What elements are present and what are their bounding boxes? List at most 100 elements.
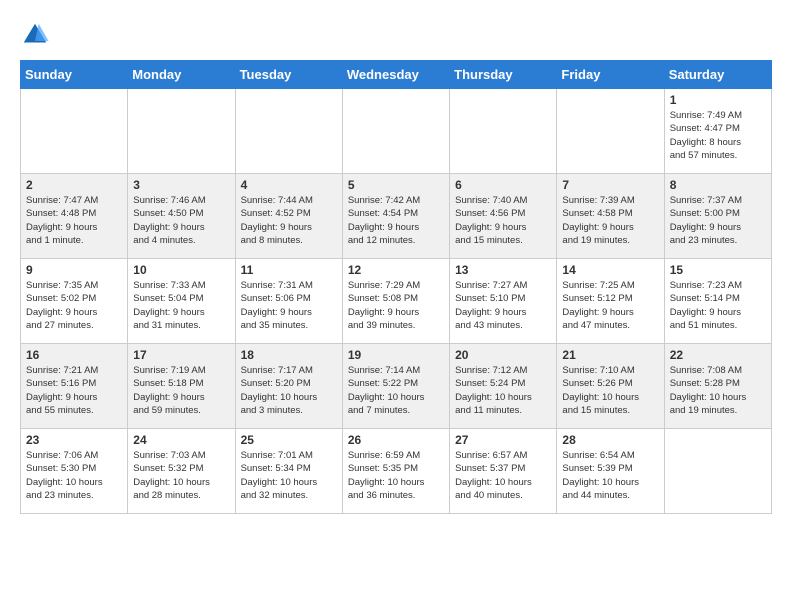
day-info: Sunrise: 7:33 AM Sunset: 5:04 PM Dayligh…	[133, 279, 229, 332]
day-number: 10	[133, 263, 229, 277]
calendar-cell	[664, 429, 771, 514]
day-number: 15	[670, 263, 766, 277]
calendar-cell: 7Sunrise: 7:39 AM Sunset: 4:58 PM Daylig…	[557, 174, 664, 259]
weekday-header: Wednesday	[342, 61, 449, 89]
calendar-cell: 14 Sunrise: 7:25 AM Sunset: 5:12 PM Dayli…	[557, 259, 664, 344]
calendar-cell	[21, 89, 128, 174]
day-number: 22	[670, 348, 766, 362]
calendar-cell: 4 Sunrise: 7:44 AM Sunset: 4:52 PM Daylig…	[235, 174, 342, 259]
day-number: 16	[26, 348, 122, 362]
day-number: 4	[241, 178, 337, 192]
day-info: Sunrise: 7:47 AM Sunset: 4:48 PM Dayligh…	[26, 194, 122, 247]
calendar-cell: 12 Sunrise: 7:29 AM Sunset: 5:08 PM Dayli…	[342, 259, 449, 344]
day-number: 1	[670, 93, 766, 107]
calendar-cell: 6Sunrise: 7:40 AM Sunset: 4:56 PM Daylig…	[450, 174, 557, 259]
day-info: Sunrise: 6:59 AM Sunset: 5:35 PM Dayligh…	[348, 449, 444, 502]
calendar-cell: 20 Sunrise: 7:12 AM Sunset: 5:24 PM Dayli…	[450, 344, 557, 429]
calendar-cell: 21 Sunrise: 7:10 AM Sunset: 5:26 PM Dayli…	[557, 344, 664, 429]
day-number: 24	[133, 433, 229, 447]
calendar-cell: 24 Sunrise: 7:03 AM Sunset: 5:32 PM Dayli…	[128, 429, 235, 514]
day-info: Sunrise: 7:23 AM Sunset: 5:14 PM Dayligh…	[670, 279, 766, 332]
calendar-cell: 28 Sunrise: 6:54 AM Sunset: 5:39 PM Dayli…	[557, 429, 664, 514]
day-info: Sunrise: 7:21 AM Sunset: 5:16 PM Dayligh…	[26, 364, 122, 417]
day-number: 8	[670, 178, 766, 192]
day-info: Sunrise: 7:17 AM Sunset: 5:20 PM Dayligh…	[241, 364, 337, 417]
day-number: 9	[26, 263, 122, 277]
calendar-cell: 3 Sunrise: 7:46 AM Sunset: 4:50 PM Daylig…	[128, 174, 235, 259]
calendar-cell: 2 Sunrise: 7:47 AM Sunset: 4:48 PM Daylig…	[21, 174, 128, 259]
day-info: Sunrise: 7:29 AM Sunset: 5:08 PM Dayligh…	[348, 279, 444, 332]
day-number: 18	[241, 348, 337, 362]
calendar: SundayMondayTuesdayWednesdayThursdayFrid…	[20, 60, 772, 514]
calendar-cell: 11 Sunrise: 7:31 AM Sunset: 5:06 PM Dayli…	[235, 259, 342, 344]
day-number: 11	[241, 263, 337, 277]
day-number: 19	[348, 348, 444, 362]
header	[20, 20, 772, 50]
weekday-header: Sunday	[21, 61, 128, 89]
day-info: Sunrise: 7:03 AM Sunset: 5:32 PM Dayligh…	[133, 449, 229, 502]
calendar-cell	[342, 89, 449, 174]
day-info: Sunrise: 7:19 AM Sunset: 5:18 PM Dayligh…	[133, 364, 229, 417]
calendar-cell: 8 Sunrise: 7:37 AM Sunset: 5:00 PM Daylig…	[664, 174, 771, 259]
day-info: Sunrise: 7:08 AM Sunset: 5:28 PM Dayligh…	[670, 364, 766, 417]
calendar-cell	[235, 89, 342, 174]
day-info: Sunrise: 6:57 AM Sunset: 5:37 PM Dayligh…	[455, 449, 551, 502]
calendar-cell: 1 Sunrise: 7:49 AM Sunset: 4:47 PM Daylig…	[664, 89, 771, 174]
calendar-cell: 18 Sunrise: 7:17 AM Sunset: 5:20 PM Dayli…	[235, 344, 342, 429]
calendar-cell: 26 Sunrise: 6:59 AM Sunset: 5:35 PM Dayli…	[342, 429, 449, 514]
day-number: 7	[562, 178, 658, 192]
calendar-week-row: 1 Sunrise: 7:49 AM Sunset: 4:47 PM Daylig…	[21, 89, 772, 174]
day-number: 3	[133, 178, 229, 192]
day-info: Sunrise: 7:37 AM Sunset: 5:00 PM Dayligh…	[670, 194, 766, 247]
day-number: 28	[562, 433, 658, 447]
calendar-cell: 23 Sunrise: 7:06 AM Sunset: 5:30 PM Dayli…	[21, 429, 128, 514]
day-number: 21	[562, 348, 658, 362]
day-number: 23	[26, 433, 122, 447]
calendar-cell: 15 Sunrise: 7:23 AM Sunset: 5:14 PM Dayli…	[664, 259, 771, 344]
day-info: Sunrise: 7:40 AM Sunset: 4:56 PM Dayligh…	[455, 194, 551, 247]
calendar-cell	[450, 89, 557, 174]
logo	[20, 20, 54, 50]
calendar-cell	[557, 89, 664, 174]
day-number: 5	[348, 178, 444, 192]
day-info: Sunrise: 7:01 AM Sunset: 5:34 PM Dayligh…	[241, 449, 337, 502]
day-number: 17	[133, 348, 229, 362]
day-number: 26	[348, 433, 444, 447]
calendar-cell: 9 Sunrise: 7:35 AM Sunset: 5:02 PM Daylig…	[21, 259, 128, 344]
day-info: Sunrise: 7:10 AM Sunset: 5:26 PM Dayligh…	[562, 364, 658, 417]
day-info: Sunrise: 7:06 AM Sunset: 5:30 PM Dayligh…	[26, 449, 122, 502]
day-info: Sunrise: 7:25 AM Sunset: 5:12 PM Dayligh…	[562, 279, 658, 332]
calendar-week-row: 9 Sunrise: 7:35 AM Sunset: 5:02 PM Daylig…	[21, 259, 772, 344]
day-info: Sunrise: 7:46 AM Sunset: 4:50 PM Dayligh…	[133, 194, 229, 247]
weekday-header-row: SundayMondayTuesdayWednesdayThursdayFrid…	[21, 61, 772, 89]
day-number: 20	[455, 348, 551, 362]
calendar-cell: 5Sunrise: 7:42 AM Sunset: 4:54 PM Daylig…	[342, 174, 449, 259]
day-info: Sunrise: 6:54 AM Sunset: 5:39 PM Dayligh…	[562, 449, 658, 502]
calendar-cell: 13Sunrise: 7:27 AM Sunset: 5:10 PM Dayli…	[450, 259, 557, 344]
calendar-cell: 25 Sunrise: 7:01 AM Sunset: 5:34 PM Dayli…	[235, 429, 342, 514]
day-number: 27	[455, 433, 551, 447]
calendar-cell: 19 Sunrise: 7:14 AM Sunset: 5:22 PM Dayli…	[342, 344, 449, 429]
day-info: Sunrise: 7:49 AM Sunset: 4:47 PM Dayligh…	[670, 109, 766, 162]
day-info: Sunrise: 7:44 AM Sunset: 4:52 PM Dayligh…	[241, 194, 337, 247]
weekday-header: Tuesday	[235, 61, 342, 89]
weekday-header: Monday	[128, 61, 235, 89]
day-number: 14	[562, 263, 658, 277]
day-number: 12	[348, 263, 444, 277]
calendar-cell: 22 Sunrise: 7:08 AM Sunset: 5:28 PM Dayli…	[664, 344, 771, 429]
day-number: 25	[241, 433, 337, 447]
day-info: Sunrise: 7:27 AM Sunset: 5:10 PM Dayligh…	[455, 279, 551, 332]
calendar-week-row: 16 Sunrise: 7:21 AM Sunset: 5:16 PM Dayli…	[21, 344, 772, 429]
weekday-header: Thursday	[450, 61, 557, 89]
day-number: 2	[26, 178, 122, 192]
day-info: Sunrise: 7:35 AM Sunset: 5:02 PM Dayligh…	[26, 279, 122, 332]
calendar-cell	[128, 89, 235, 174]
calendar-week-row: 2 Sunrise: 7:47 AM Sunset: 4:48 PM Daylig…	[21, 174, 772, 259]
logo-icon	[20, 20, 50, 50]
day-info: Sunrise: 7:12 AM Sunset: 5:24 PM Dayligh…	[455, 364, 551, 417]
calendar-cell: 17 Sunrise: 7:19 AM Sunset: 5:18 PM Dayli…	[128, 344, 235, 429]
day-info: Sunrise: 7:14 AM Sunset: 5:22 PM Dayligh…	[348, 364, 444, 417]
calendar-cell: 10 Sunrise: 7:33 AM Sunset: 5:04 PM Dayli…	[128, 259, 235, 344]
day-info: Sunrise: 7:31 AM Sunset: 5:06 PM Dayligh…	[241, 279, 337, 332]
calendar-cell: 16 Sunrise: 7:21 AM Sunset: 5:16 PM Dayli…	[21, 344, 128, 429]
